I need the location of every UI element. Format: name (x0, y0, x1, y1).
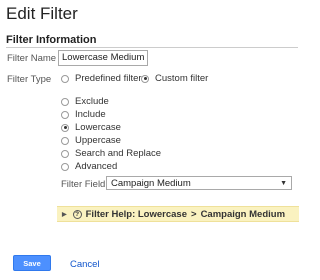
filter-field-value: Campaign Medium (111, 177, 191, 189)
radio-custom-filter[interactable]: Custom filter (141, 73, 208, 84)
radio-button[interactable] (61, 149, 69, 158)
radio-label: Exclude (75, 96, 109, 107)
cancel-link[interactable]: Cancel (70, 259, 100, 270)
dropdown-arrow-icon: ▼ (280, 179, 287, 187)
radio-uppercase[interactable]: Uppercase (61, 135, 121, 146)
radio-label: Lowercase (75, 122, 121, 133)
radio-label: Include (75, 109, 106, 120)
help-prefix: Filter Help: Lowercase (85, 208, 187, 220)
help-topic: Campaign Medium (200, 208, 286, 220)
filter-name-input[interactable]: Lowercase Medium (58, 50, 148, 66)
section-title: Filter Information (6, 34, 97, 46)
radio-button[interactable] (61, 74, 69, 83)
help-separator: > (191, 208, 197, 220)
filter-field-select[interactable]: Campaign Medium ▼ (106, 176, 292, 190)
radio-button[interactable] (61, 97, 69, 106)
radio-label: Search and Replace (75, 148, 162, 159)
radio-advanced[interactable]: Advanced (61, 161, 117, 172)
filter-type-label: Filter Type (7, 74, 52, 85)
radio-button[interactable] (61, 136, 69, 145)
page-title: Edit Filter (6, 4, 78, 23)
radio-search-and-replace[interactable]: Search and Replace (61, 148, 161, 159)
radio-exclude[interactable]: Exclude (61, 96, 109, 107)
filter-name-label: Filter Name (7, 53, 57, 64)
radio-button[interactable] (61, 110, 69, 119)
radio-predefined-filter[interactable]: Predefined filter (61, 73, 142, 84)
radio-label: Uppercase (75, 135, 121, 146)
help-icon: ? (72, 209, 82, 219)
radio-button[interactable] (61, 123, 69, 132)
expand-triangle-icon[interactable]: ▶ (62, 211, 67, 218)
radio-lowercase[interactable]: Lowercase (61, 122, 121, 133)
section-divider (6, 47, 298, 48)
radio-label: Advanced (75, 161, 118, 172)
save-button[interactable]: Save (13, 255, 51, 271)
radio-label: Custom filter (155, 73, 209, 84)
radio-include[interactable]: Include (61, 109, 106, 120)
filter-field-label: Filter Field (61, 179, 106, 190)
radio-label: Predefined filter (75, 73, 142, 84)
radio-button[interactable] (141, 74, 149, 83)
filter-help-bar[interactable]: ▶ ? Filter Help: Lowercase > Campaign Me… (57, 206, 299, 222)
radio-button[interactable] (61, 162, 69, 171)
